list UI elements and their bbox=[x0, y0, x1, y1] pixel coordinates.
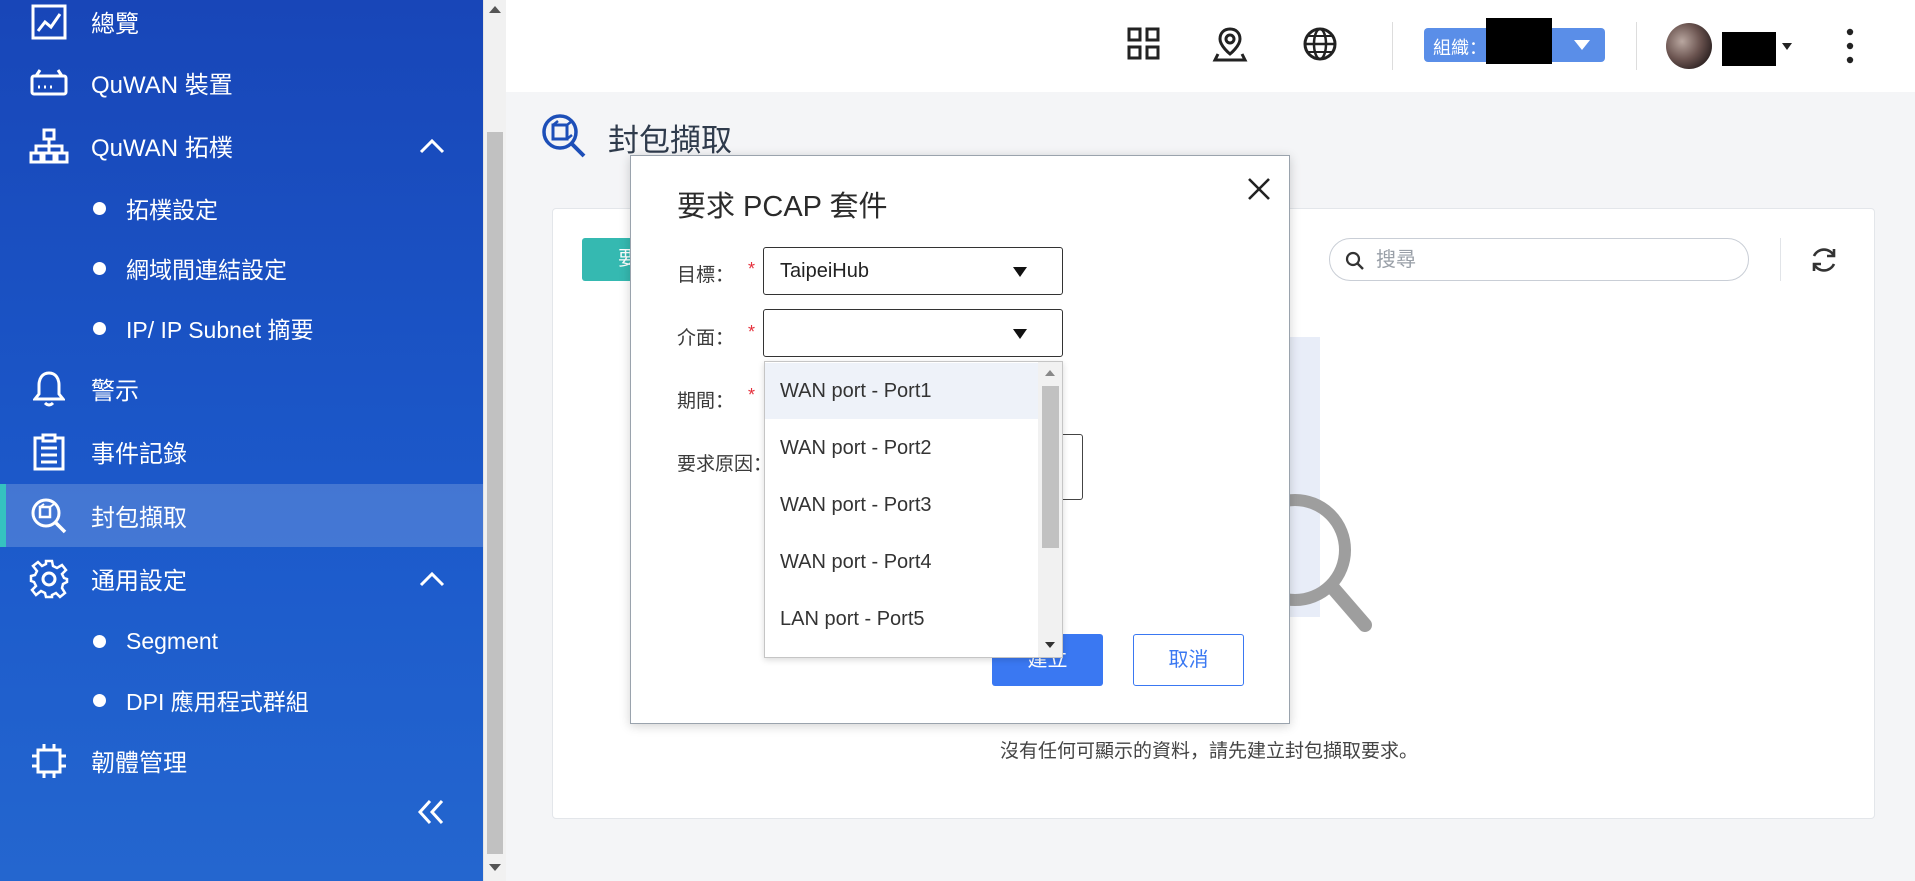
sidebar-item-label: QuWAN 拓樸 bbox=[91, 135, 233, 162]
more-menu-icon[interactable] bbox=[1846, 28, 1854, 64]
dropdown-option[interactable]: WAN port - Port2 bbox=[765, 420, 1038, 476]
sidebar-subitem-topology-settings[interactable]: 拓樸設定 bbox=[0, 178, 483, 238]
sidebar-item-label: Segment bbox=[126, 627, 219, 654]
chevron-up-icon[interactable] bbox=[418, 132, 446, 160]
close-icon[interactable] bbox=[1244, 174, 1274, 204]
avatar[interactable] bbox=[1666, 23, 1712, 69]
sidebar-item-firmware[interactable]: 韌體管理 bbox=[0, 729, 483, 792]
interface-label: 介面： bbox=[677, 328, 735, 349]
dropdown-option[interactable]: WAN port - Port3 bbox=[765, 477, 1038, 533]
chip-icon bbox=[29, 741, 69, 781]
required-mark: * bbox=[748, 385, 756, 405]
search-input[interactable] bbox=[1376, 245, 1726, 275]
header-divider bbox=[1392, 22, 1393, 70]
header-divider bbox=[1636, 22, 1637, 70]
clipboard-icon bbox=[29, 432, 69, 472]
dialog-title: 要求 PCAP 套件 bbox=[677, 191, 888, 223]
sidebar-item-label: IP/ IP Subnet 摘要 bbox=[126, 317, 314, 343]
packet-capture-icon bbox=[540, 112, 588, 160]
required-mark: * bbox=[748, 259, 756, 279]
sidebar-subitem-dpi-app-groups[interactable]: DPI 應用程式群組 bbox=[0, 670, 483, 730]
location-pin-icon[interactable] bbox=[1212, 26, 1248, 62]
caret-down-icon bbox=[1013, 267, 1027, 277]
interface-select[interactable] bbox=[763, 309, 1063, 357]
bullet-icon bbox=[93, 321, 106, 335]
scrollbar-thumb[interactable] bbox=[1042, 386, 1059, 548]
gear-icon bbox=[29, 559, 69, 599]
sidebar-item-alerts[interactable]: 警示 bbox=[0, 357, 483, 420]
sidebar-subitem-ip-subnet-summary[interactable]: IP/ IP Subnet 摘要 bbox=[0, 298, 483, 358]
sidebar: 總覽 QuWAN 裝置 QuWAN 拓樸 拓樸設定 網域間連結設定 IP/ IP… bbox=[0, 0, 483, 881]
caret-down-icon[interactable] bbox=[1782, 43, 1792, 50]
chevron-up-icon[interactable] bbox=[418, 565, 446, 593]
page-title: 封包擷取 bbox=[608, 123, 732, 158]
sidebar-subitem-segment[interactable]: Segment bbox=[0, 611, 483, 671]
scroll-down-icon[interactable] bbox=[1045, 642, 1055, 648]
organization-selector[interactable]: 組織： bbox=[1424, 18, 1605, 64]
globe-icon[interactable] bbox=[1302, 26, 1338, 62]
reason-label: 要求原因： bbox=[677, 454, 773, 475]
refresh-icon[interactable] bbox=[1808, 244, 1840, 276]
toolbar-divider bbox=[1780, 238, 1781, 281]
scroll-up-icon[interactable] bbox=[489, 6, 501, 13]
sidebar-item-label: 事件記錄 bbox=[91, 441, 187, 468]
sidebar-item-label: 網域間連結設定 bbox=[126, 257, 287, 283]
apps-grid-icon[interactable] bbox=[1126, 26, 1162, 62]
sidebar-item-overview[interactable]: 總覽 bbox=[0, 0, 483, 53]
sidebar-scrollbar[interactable] bbox=[483, 0, 506, 881]
sidebar-item-quwan-devices[interactable]: QuWAN 裝置 bbox=[0, 51, 483, 114]
sidebar-item-label: 通用設定 bbox=[91, 568, 187, 595]
period-label: 期間： bbox=[677, 391, 735, 412]
sidebar-item-quwan-topology[interactable]: QuWAN 拓樸 bbox=[0, 114, 483, 177]
dropdown-option[interactable]: LAN port - Port5 bbox=[765, 591, 1038, 647]
target-select[interactable]: TaipeiHub bbox=[763, 247, 1063, 295]
scroll-up-icon[interactable] bbox=[1045, 370, 1055, 376]
sidebar-item-label: 拓樸設定 bbox=[126, 197, 218, 223]
topology-icon bbox=[29, 126, 69, 166]
cancel-button[interactable]: 取消 bbox=[1133, 634, 1244, 686]
bullet-icon bbox=[93, 693, 106, 707]
packet-capture-icon bbox=[29, 496, 69, 536]
dropdown-option[interactable]: WAN port - Port4 bbox=[765, 534, 1038, 590]
sidebar-item-event-log[interactable]: 事件記錄 bbox=[0, 420, 483, 483]
search-icon bbox=[1345, 251, 1365, 271]
dropdown-scrollbar[interactable] bbox=[1038, 362, 1062, 657]
empty-state-message: 沒有任何可顯示的資料，請先建立封包擷取要求。 bbox=[1000, 741, 1419, 762]
target-label: 目標： bbox=[677, 265, 735, 286]
search-box[interactable] bbox=[1329, 238, 1749, 281]
scrollbar-thumb[interactable] bbox=[487, 132, 503, 854]
sidebar-item-label: QuWAN 裝置 bbox=[91, 72, 233, 99]
bullet-icon bbox=[93, 634, 106, 648]
organization-name-redacted bbox=[1486, 18, 1552, 64]
required-mark: * bbox=[748, 322, 756, 342]
sidebar-item-label: DPI 應用程式群組 bbox=[126, 689, 309, 715]
sidebar-item-general-settings[interactable]: 通用設定 bbox=[0, 547, 483, 610]
sidebar-item-label: 韌體管理 bbox=[91, 750, 187, 777]
target-select-value: TaipeiHub bbox=[780, 260, 869, 282]
scroll-down-icon[interactable] bbox=[489, 864, 501, 871]
sidebar-item-label: 警示 bbox=[91, 378, 139, 405]
sidebar-subitem-inter-domain-links[interactable]: 網域間連結設定 bbox=[0, 238, 483, 298]
sidebar-item-label: 總覽 bbox=[91, 11, 139, 38]
sidebar-item-label: 封包擷取 bbox=[91, 505, 187, 532]
dropdown-option[interactable]: WAN port - Port1 bbox=[765, 363, 1038, 419]
collapse-sidebar-icon[interactable] bbox=[416, 797, 446, 827]
organization-label: 組織： bbox=[1433, 38, 1487, 58]
reason-textarea[interactable] bbox=[1063, 434, 1083, 500]
username-redacted[interactable] bbox=[1722, 32, 1776, 66]
caret-down-icon bbox=[1013, 329, 1027, 339]
chart-line-icon bbox=[29, 2, 69, 42]
interface-dropdown-list: WAN port - Port1 WAN port - Port2 WAN po… bbox=[764, 361, 1063, 658]
caret-down-icon bbox=[1574, 40, 1590, 50]
bullet-icon bbox=[93, 261, 106, 275]
bell-icon bbox=[29, 369, 69, 409]
device-icon bbox=[29, 63, 69, 103]
bullet-icon bbox=[93, 201, 106, 215]
sidebar-item-packet-capture[interactable]: 封包擷取 bbox=[0, 484, 483, 547]
